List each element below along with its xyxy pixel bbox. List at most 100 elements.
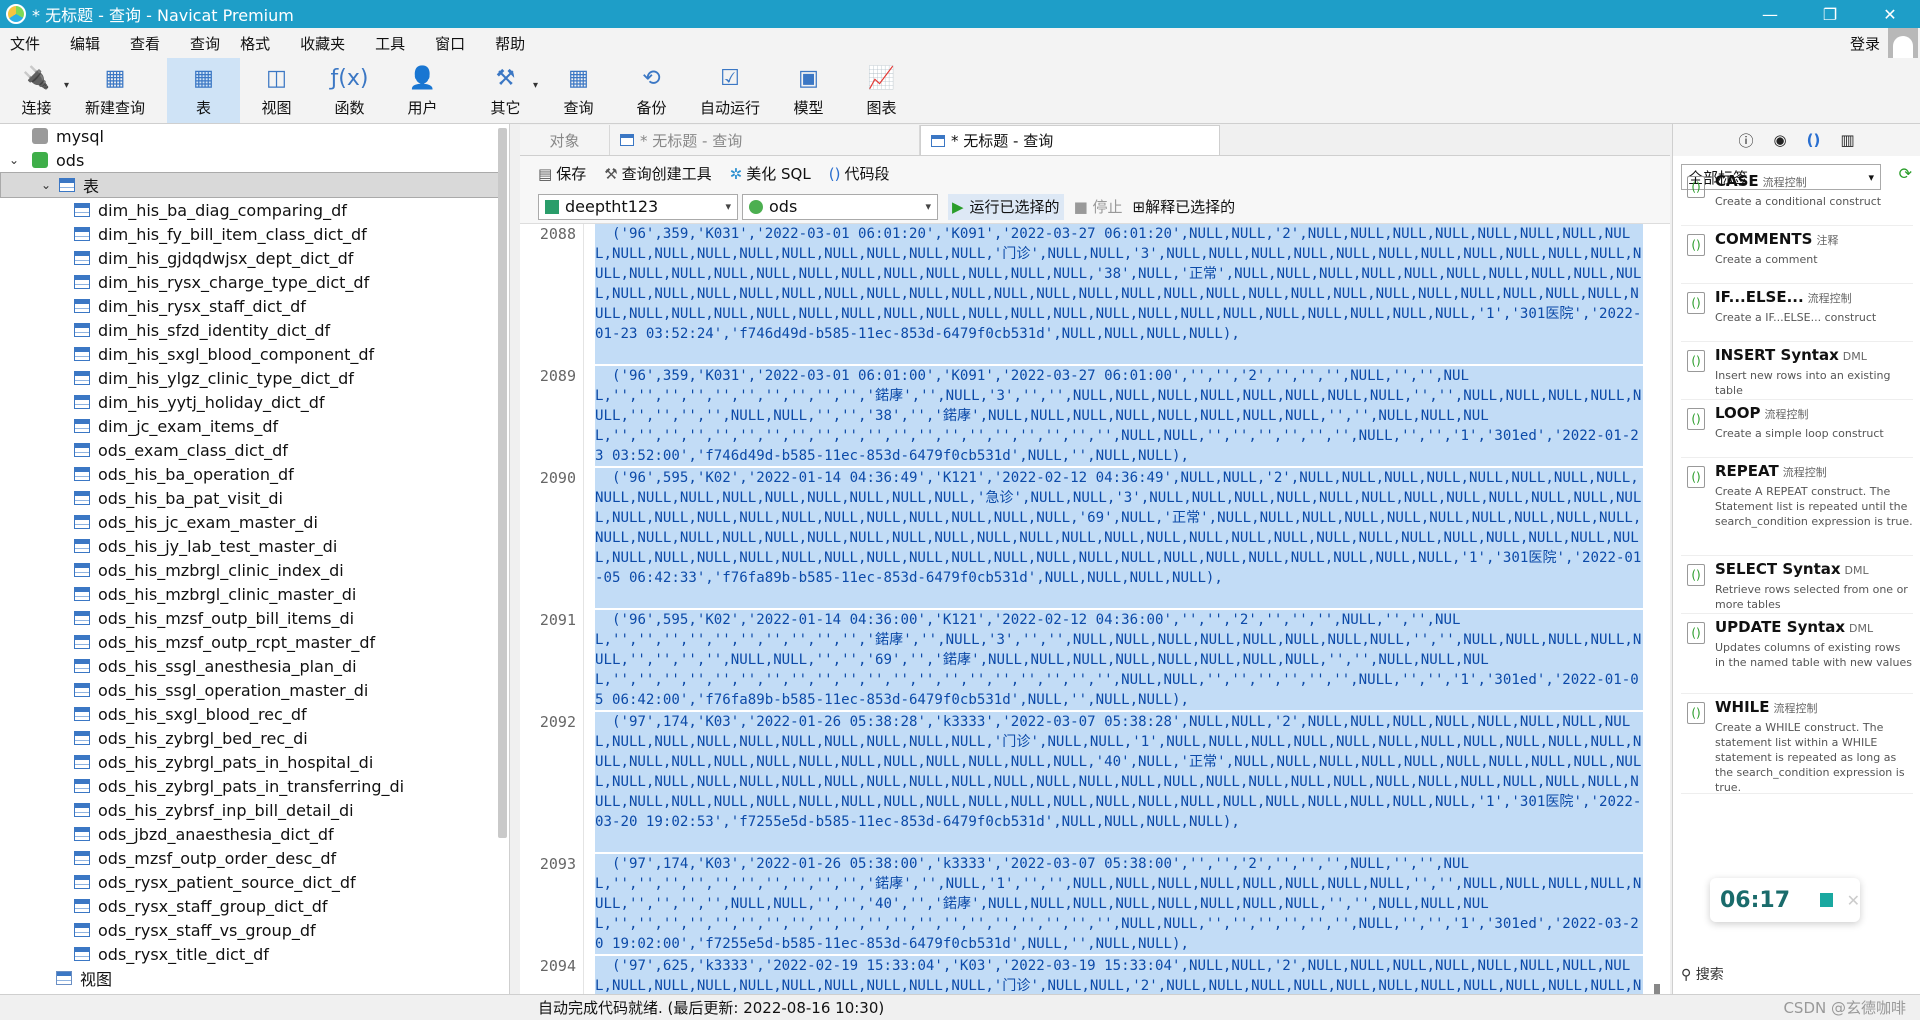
beautify-sql-button[interactable]: ✲ 美化 SQL [730, 163, 811, 184]
toolbar-view-button[interactable]: ◫ 视图 [240, 58, 313, 123]
snippet-item[interactable]: () SELECT Syntax DML Retrieve rows selected… [1681, 556, 1913, 614]
tree-item-table[interactable]: ods_his_jc_exam_master_di [0, 510, 509, 534]
menu-query[interactable]: 查询 [180, 33, 230, 54]
snippet-item[interactable]: () REPEAT 流程控制 Create A REPEAT construct. T… [1681, 458, 1913, 556]
toolbar-function-button[interactable]: ƒ(x) 函数 [313, 58, 386, 123]
tree-item-table[interactable]: dim_his_sxgl_blood_component_df [0, 342, 509, 366]
snippet-icon[interactable]: () [1807, 131, 1821, 149]
sql-statement-line[interactable]: ('97',174,'K03','2022-01-26 05:38:28','k… [595, 712, 1643, 852]
toolbar-chart-button[interactable]: 📈 图表 [845, 58, 918, 123]
tab-query-active[interactable]: * 无标题 - 查询 [920, 125, 1220, 155]
tree-group-views[interactable]: 视图 [0, 966, 509, 990]
tree-item-table[interactable]: ods_his_zybrgl_pats_in_hospital_di [0, 750, 509, 774]
restore-button[interactable]: ❐ [1800, 0, 1860, 28]
tree-item-table[interactable]: ods_his_zybrgl_pats_in_transferring_di [0, 774, 509, 798]
tree-item-table[interactable]: ods_his_zybrsf_inp_bill_detail_di [0, 798, 509, 822]
tree-item-table[interactable]: ods_his_zybrgl_bed_rec_di [0, 726, 509, 750]
code-snippet-button[interactable]: () 代码段 [829, 163, 890, 184]
save-button[interactable]: ▤ 保存 [538, 163, 586, 184]
tree-item-table[interactable]: ods_his_mzbrgl_clinic_master_di [0, 582, 509, 606]
sql-statement-line[interactable]: ('97',174,'K03','2022-01-26 05:38:00','k… [595, 854, 1643, 954]
toolbar-schedule-button[interactable]: ☑ 自动运行 [688, 58, 772, 123]
snippet-item[interactable]: () COMMENTS 注释 Create a comment [1681, 226, 1913, 284]
sql-editor[interactable]: 2088 2089 2090 2091 2092 2093 2094 ('96',359,'… [520, 224, 1670, 994]
sql-statement-line[interactable]: ('96',595,'K02','2022-01-14 04:36:49','K… [595, 468, 1643, 608]
snippet-item[interactable]: () CASE 流程控制 Create a conditional construct [1681, 168, 1913, 226]
menu-window[interactable]: 窗口 [425, 33, 475, 54]
tree-item-table[interactable]: ods_his_ssgl_operation_master_di [0, 678, 509, 702]
sql-statement-line[interactable]: ('96',595,'K02','2022-01-14 04:36:00','K… [595, 610, 1643, 710]
tree-item-table[interactable]: ods_his_jy_lab_test_master_di [0, 534, 509, 558]
connection-select[interactable]: deeptht123 ▾ [538, 193, 738, 220]
tree-item-table[interactable]: ods_his_ba_operation_df [0, 462, 509, 486]
tab-objects[interactable]: 对象 [520, 125, 610, 155]
menu-view[interactable]: 查看 [120, 33, 170, 54]
tree-item-table[interactable]: ods_his_mzsf_outp_rcpt_master_df [0, 630, 509, 654]
menu-edit[interactable]: 编辑 [60, 33, 110, 54]
tree-scrollbar[interactable] [498, 128, 507, 838]
chevron-down-icon[interactable]: ⌄ [7, 178, 55, 192]
menu-favorites[interactable]: 收藏夹 [290, 33, 355, 54]
snippet-item[interactable]: () WHILE 流程控制 Create a WHILE construct. The… [1681, 694, 1913, 794]
toolbar-user-button[interactable]: 👤 用户 [386, 58, 459, 123]
snippet-item[interactable]: () IF...ELSE... 流程控制 Create a IF...ELSE... … [1681, 284, 1913, 342]
tree-item-table[interactable]: ods_rysx_title_dict_df [0, 942, 509, 966]
avatar[interactable] [1888, 28, 1918, 58]
database-select[interactable]: ods ▾ [742, 193, 938, 220]
toolbar-backup-button[interactable]: ⟲ 备份 [615, 58, 688, 123]
snippet-item[interactable]: () UPDATE Syntax DML Updates columns of exi… [1681, 614, 1913, 694]
tree-item-table[interactable]: dim_his_ylgz_clinic_type_dict_df [0, 366, 509, 390]
menu-tools[interactable]: 工具 [365, 33, 415, 54]
run-selected-button[interactable]: ▶ 运行已选择的 [948, 193, 1064, 220]
tree-item-table[interactable]: dim_his_ba_diag_comparing_df [0, 198, 509, 222]
close-icon[interactable]: ✕ [1847, 891, 1860, 910]
preview-icon[interactable]: ◉ [1774, 131, 1787, 149]
toolbar-tools-button[interactable]: ⚒ 其它 ▾ [469, 58, 542, 123]
snippet-search[interactable]: ⚲ 搜索 [1681, 964, 1724, 984]
stop-button[interactable]: ■ 停止 [1074, 196, 1123, 217]
minimize-button[interactable]: — [1740, 0, 1800, 28]
tree-item-table[interactable]: dim_his_yytj_holiday_dict_df [0, 390, 509, 414]
tree-item-table[interactable]: ods_his_sxgl_blood_rec_df [0, 702, 509, 726]
tree-item-table[interactable]: dim_his_fy_bill_item_class_dict_df [0, 222, 509, 246]
toolbar-query-button[interactable]: ▦ 查询 [542, 58, 615, 123]
close-button[interactable]: ✕ [1860, 0, 1920, 28]
tree-item-table[interactable]: ods_exam_class_dict_df [0, 438, 509, 462]
tree-item-table[interactable]: ods_his_ssgl_anesthesia_plan_di [0, 654, 509, 678]
menu-help[interactable]: 帮助 [485, 33, 535, 54]
tree-item-table[interactable]: ods_rysx_patient_source_dict_df [0, 870, 509, 894]
tree-group-tables[interactable]: ⌄ 表 [0, 172, 505, 198]
tree-item-table[interactable]: ods_his_mzbrgl_clinic_index_di [0, 558, 509, 582]
explain-selected-button[interactable]: ⊞解释已选择的 [1133, 196, 1236, 217]
layout-icon[interactable]: ▥ [1840, 131, 1854, 149]
tab-query-inactive[interactable]: * 无标题 - 查询 [610, 125, 920, 155]
tree-item-table[interactable]: ods_mzsf_outp_order_desc_df [0, 846, 509, 870]
info-icon[interactable]: ⓘ [1738, 130, 1753, 151]
tree-connection-ods[interactable]: ⌄ ods [0, 148, 509, 172]
sql-statement-line[interactable]: ('97',625,'k3333','2022-02-19 15:33:04',… [595, 956, 1643, 994]
sql-statement-line[interactable]: ('96',359,'K031','2022-03-01 06:01:20','… [595, 224, 1643, 364]
menu-format[interactable]: 格式 [230, 33, 280, 54]
toolbar-table-button[interactable]: ▦ 表 [167, 58, 240, 123]
toolbar-new-query-button[interactable]: ▦ 新建查询 [73, 58, 157, 123]
tree-item-table[interactable]: ods_rysx_staff_group_dict_df [0, 894, 509, 918]
stop-recording-icon[interactable] [1820, 893, 1833, 907]
login-link[interactable]: 登录 [1850, 33, 1880, 54]
tree-item-table[interactable]: dim_his_rysx_charge_type_dict_df [0, 270, 509, 294]
toolbar-plug-button[interactable]: 🔌 连接 ▾ [0, 58, 73, 123]
tree-item-table[interactable]: ods_rysx_staff_vs_group_df [0, 918, 509, 942]
tree-item-table[interactable]: dim_his_sfzd_identity_dict_df [0, 318, 509, 342]
snippet-item[interactable]: () INSERT Syntax DML Insert new rows into a… [1681, 342, 1913, 400]
editor-scrollbar[interactable] [1654, 984, 1660, 994]
chevron-down-icon[interactable]: ⌄ [0, 153, 28, 167]
sql-code[interactable]: ('96',359,'K031','2022-03-01 06:01:20','… [595, 224, 1645, 994]
toolbar-model-button[interactable]: ▣ 模型 [772, 58, 845, 123]
query-builder-button[interactable]: ⚒ 查询创建工具 [604, 163, 711, 184]
tree-item-table[interactable]: dim_his_rysx_staff_dict_df [0, 294, 509, 318]
tree-item-table[interactable]: ods_jbzd_anaesthesia_dict_df [0, 822, 509, 846]
tree-item-table[interactable]: dim_jc_exam_items_df [0, 414, 509, 438]
tree-connection-mysql[interactable]: mysql [0, 124, 509, 148]
snippet-item[interactable]: () LOOP 流程控制 Create a simple loop construct [1681, 400, 1913, 458]
sql-statement-line[interactable]: ('96',359,'K031','2022-03-01 06:01:00','… [595, 366, 1643, 466]
tree-item-table[interactable]: dim_his_gjdqdwjsx_dept_dict_df [0, 246, 509, 270]
